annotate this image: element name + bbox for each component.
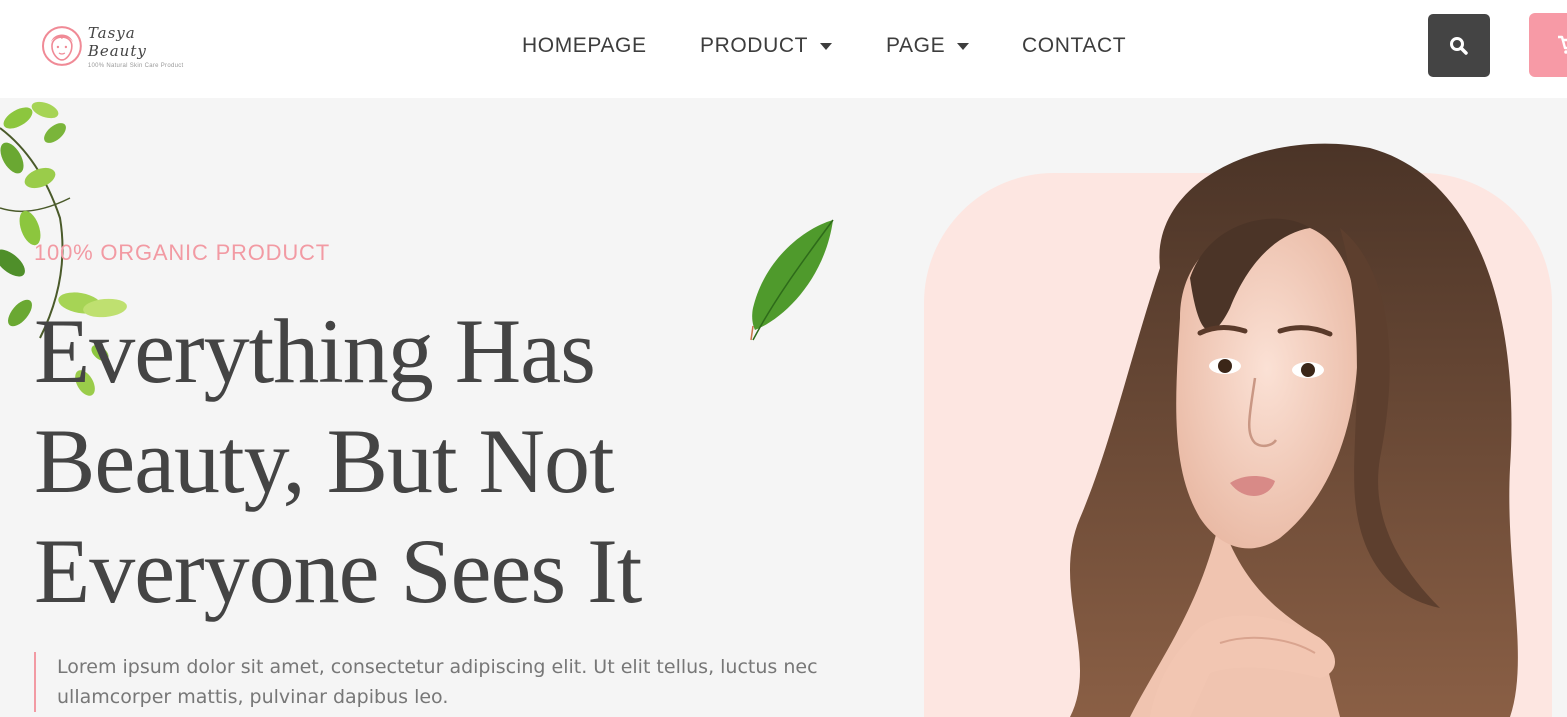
model-portrait-image: [1070, 143, 1518, 717]
search-button[interactable]: [1428, 14, 1490, 77]
nav-contact[interactable]: CONTACT: [1022, 30, 1126, 62]
headline-line: Everyone Sees It: [34, 520, 642, 622]
chevron-down-icon: [957, 42, 970, 50]
nav-label: HOMEPAGE: [522, 34, 647, 57]
headline-line: Beauty, But Not: [34, 410, 615, 512]
brand-logo[interactable]: Tasya Beauty 100% Natural Skin Care Prod…: [40, 22, 200, 70]
nav-homepage[interactable]: HOMEPAGE: [522, 30, 647, 62]
brand-tagline: 100% Natural Skin Care Product: [87, 62, 184, 69]
chevron-down-icon: [820, 42, 833, 50]
nav-label: PRODUCT: [700, 34, 809, 57]
cart-button[interactable]: [1529, 13, 1567, 77]
nav-product[interactable]: PRODUCT: [700, 30, 833, 62]
nav-label: PAGE: [886, 34, 946, 57]
logo-face-icon: [41, 26, 82, 66]
headline-line: Everything Has: [34, 300, 596, 402]
hero-section: 100% ORGANIC PRODUCT Everything Has Beau…: [0, 98, 1567, 717]
hero-headline: Everything Has Beauty, But Not Everyone …: [34, 296, 834, 626]
search-icon: [1450, 36, 1468, 55]
site-header: Tasya Beauty 100% Natural Skin Care Prod…: [0, 0, 1567, 98]
nav-label: CONTACT: [1022, 34, 1127, 57]
hero-description: Lorem ipsum dolor sit amet, consectetur …: [34, 652, 834, 712]
nav-page[interactable]: PAGE: [886, 30, 970, 62]
hero-eyebrow: 100% ORGANIC PRODUCT: [34, 240, 330, 265]
cart-icon: [1558, 35, 1567, 54]
brand-name: Tasya Beauty: [87, 23, 147, 60]
